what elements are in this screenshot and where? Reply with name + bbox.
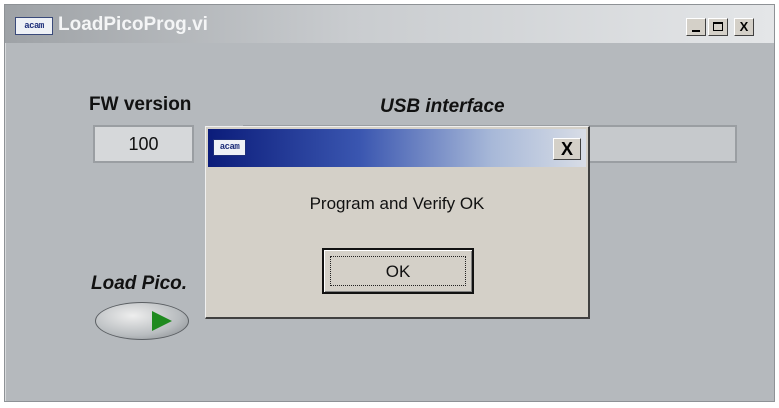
dialog-message: Program and Verify OK xyxy=(309,194,485,213)
dialog-close-button[interactable]: X xyxy=(553,138,581,160)
fw-version-label: FW version xyxy=(89,94,192,115)
acam-logo-icon: acam xyxy=(15,17,53,35)
dialog-titlebar[interactable]: acam X xyxy=(208,129,586,167)
load-pico-label: Load Pico. xyxy=(91,273,188,294)
fw-version-indicator: 100 xyxy=(93,125,194,163)
ok-button[interactable]: OK xyxy=(322,248,474,294)
ok-button-label: OK xyxy=(330,256,466,286)
load-pico-button[interactable] xyxy=(95,302,189,340)
acam-logo-icon: acam xyxy=(213,139,246,156)
maximize-icon xyxy=(713,22,723,31)
message-dialog: acam X Program and Verify OK OK xyxy=(205,126,590,319)
window-titlebar[interactable]: acam LoadPicoProg.vi X xyxy=(5,5,774,43)
usb-interface-label: USB interface xyxy=(380,96,505,117)
close-button[interactable]: X xyxy=(734,18,754,36)
minimize-button[interactable] xyxy=(686,18,706,36)
play-icon xyxy=(152,311,172,331)
minimize-icon xyxy=(692,30,700,32)
maximize-button[interactable] xyxy=(708,18,728,36)
window-title: LoadPicoProg.vi xyxy=(58,14,208,35)
